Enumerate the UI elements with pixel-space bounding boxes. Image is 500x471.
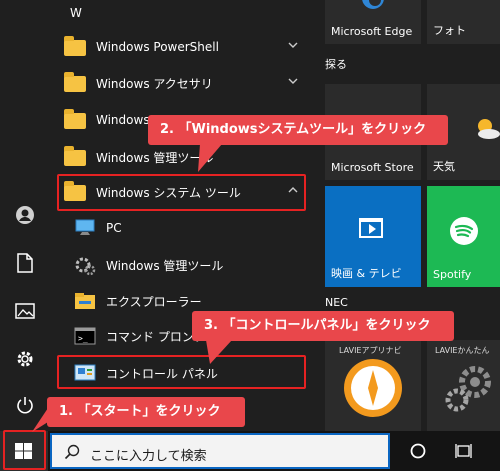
app-folder-powershell[interactable]: Windows PowerShell bbox=[50, 28, 312, 66]
compass-icon bbox=[344, 359, 402, 417]
search-placeholder: ここに入力して検索 bbox=[90, 449, 207, 464]
tiles-area: Microsoft Edge フォト 探る Microsoft Store 天気… bbox=[312, 0, 500, 431]
task-view-icon[interactable] bbox=[455, 442, 473, 460]
tile-label: 天気 bbox=[433, 160, 455, 173]
folder-icon bbox=[64, 109, 86, 129]
tile-movies[interactable]: 映画 & テレビ bbox=[325, 186, 421, 287]
pc-icon bbox=[74, 219, 96, 237]
group-label-nec: NEC bbox=[325, 296, 348, 309]
edge-icon bbox=[362, 0, 384, 9]
chevron-down-icon bbox=[288, 42, 298, 48]
tile-lavie-easy[interactable]: LAVIEかんたん bbox=[427, 340, 500, 431]
callout-step-1: 1. 「スタート」をクリック bbox=[47, 397, 245, 427]
callout-step-2: 2. 「Windowsシステムツール」をクリック bbox=[148, 115, 448, 145]
tile-label: Microsoft Store bbox=[331, 161, 414, 174]
subitem-pc[interactable]: PC bbox=[50, 209, 312, 247]
app-label: Windows PowerShell bbox=[96, 40, 219, 54]
tile-label: Spotify bbox=[433, 268, 472, 281]
subitem-label: Windows 管理ツール bbox=[106, 258, 224, 273]
subitem-admin-tools[interactable]: Windows 管理ツール bbox=[50, 246, 312, 284]
section-letter[interactable]: W bbox=[70, 6, 82, 20]
chevron-down-icon bbox=[288, 78, 298, 84]
tile-spotify[interactable]: Spotify bbox=[427, 186, 500, 287]
start-left-rail bbox=[0, 0, 50, 431]
spotify-icon bbox=[450, 217, 478, 245]
cortana-icon[interactable] bbox=[410, 443, 426, 459]
taskbar-search-box[interactable]: ここに入力して検索 bbox=[50, 433, 390, 469]
tile-label: 映画 & テレビ bbox=[331, 267, 402, 280]
callout-pointer-icon bbox=[198, 144, 222, 172]
settings-gear-icon[interactable] bbox=[12, 346, 38, 372]
app-folder-accessories[interactable]: Windows アクセサリ bbox=[50, 64, 312, 102]
weather-sun-icon bbox=[478, 119, 500, 139]
callout-step-3: 3. 「コントロールパネル」をクリック bbox=[192, 311, 454, 341]
tile-photos[interactable]: フォト bbox=[427, 0, 500, 44]
callout-pointer-icon bbox=[32, 408, 48, 432]
gears-icon bbox=[445, 366, 491, 412]
tile-label: LAVIEかんたん bbox=[435, 346, 490, 355]
search-icon bbox=[64, 444, 80, 460]
tile-lavie-app[interactable]: LAVIEアプリナビ bbox=[325, 340, 421, 431]
folder-icon bbox=[64, 36, 86, 56]
folder-icon bbox=[64, 72, 86, 92]
group-label-explore: 探る bbox=[325, 58, 347, 71]
user-icon[interactable] bbox=[12, 202, 38, 228]
svg-text:>_: >_ bbox=[78, 334, 88, 343]
subitem-label: エクスプローラー bbox=[106, 294, 202, 309]
tile-label: Microsoft Edge bbox=[331, 25, 413, 38]
taskbar: ここに入力して検索 bbox=[0, 431, 500, 471]
pictures-icon[interactable] bbox=[12, 298, 38, 324]
subitem-label: PC bbox=[106, 221, 122, 235]
callout-pointer-icon bbox=[206, 340, 232, 364]
highlight-control-panel bbox=[57, 355, 306, 389]
highlight-start-button bbox=[3, 430, 46, 470]
file-explorer-icon bbox=[74, 292, 96, 310]
document-icon[interactable] bbox=[12, 250, 38, 276]
app-label: Windows アクセサリ bbox=[96, 76, 213, 91]
tile-edge[interactable]: Microsoft Edge bbox=[325, 0, 421, 44]
app-label: Windows bbox=[96, 113, 150, 127]
tile-label: フォト bbox=[433, 24, 466, 37]
command-prompt-icon: >_ bbox=[74, 327, 96, 345]
folder-icon bbox=[64, 146, 86, 166]
highlight-system-tools bbox=[57, 174, 306, 211]
tile-label: LAVIEアプリナビ bbox=[339, 346, 402, 355]
movies-tv-icon bbox=[359, 218, 383, 238]
admin-tools-icon bbox=[74, 256, 96, 276]
